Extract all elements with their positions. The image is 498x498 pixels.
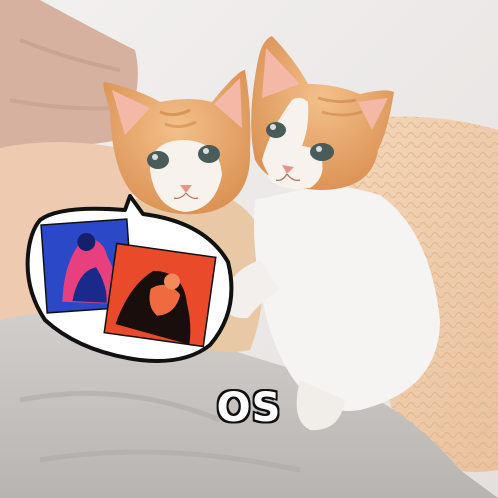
photo-scene: OS <box>0 0 498 498</box>
photo-red <box>103 242 217 348</box>
caption-text: OS <box>215 385 282 431</box>
